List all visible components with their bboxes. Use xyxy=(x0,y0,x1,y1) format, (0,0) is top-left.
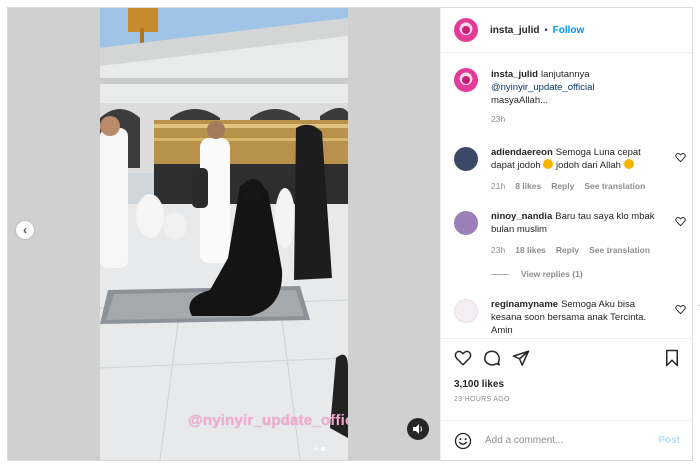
comment-body: adiendaereon Semoga Luna cepat dapat jodo… xyxy=(491,146,666,193)
comment-text-2: jodoh dari Allah xyxy=(555,160,621,171)
post-comment-button[interactable]: Post xyxy=(658,435,680,446)
post-timestamp: 23 HOURS AGO xyxy=(454,396,510,403)
comment-composer: Post xyxy=(441,420,693,460)
comment-username[interactable]: ninoy_nandia xyxy=(491,211,552,222)
caption-row: insta_julid lanjutannya @nyinyir_update_o… xyxy=(454,68,686,126)
comment-like-heart-icon[interactable] xyxy=(675,304,686,315)
comment-row: adiendaereon Semoga Luna cepat dapat jodo… xyxy=(454,146,686,193)
carousel-dot xyxy=(314,447,318,451)
comment-meta: 23h 18 likes Reply See translation xyxy=(491,244,666,257)
view-replies-button[interactable]: View replies (1) xyxy=(491,269,583,279)
comment-likes[interactable]: 18 likes xyxy=(515,244,546,257)
follow-button[interactable]: Follow xyxy=(553,25,585,36)
comment-avatar[interactable] xyxy=(454,147,478,171)
comment-likes[interactable]: 8 likes xyxy=(515,180,541,193)
post-sidebar: insta_julid • Follow insta_julid lanjutan… xyxy=(440,8,693,460)
comment-time: 23h xyxy=(491,245,506,255)
post-actions: 3,100 likes 23 HOURS AGO xyxy=(441,338,693,410)
post-header: insta_julid • Follow xyxy=(441,8,692,53)
comment-avatar[interactable] xyxy=(454,299,478,323)
heart-icon[interactable] xyxy=(454,349,472,367)
caption-username[interactable]: insta_julid xyxy=(491,69,538,80)
caption-body: insta_julid lanjutannya @nyinyir_update_o… xyxy=(491,68,666,126)
share-icon[interactable] xyxy=(512,349,530,367)
video-watermark: @nyinyir_update_official xyxy=(188,412,348,429)
comment-username[interactable]: reginamyname xyxy=(491,299,558,310)
comment-like-heart-icon[interactable] xyxy=(675,152,686,163)
comment-input[interactable] xyxy=(485,435,645,446)
emoji-icon xyxy=(543,159,554,169)
caption-time: 23h xyxy=(491,114,506,124)
emoji-icon xyxy=(623,159,634,169)
author-username[interactable]: insta_julid xyxy=(490,25,539,36)
post-video[interactable]: @nyinyir_update_official xyxy=(100,8,348,460)
comments-list[interactable]: insta_julid lanjutannya @nyinyir_update_o… xyxy=(441,54,693,334)
caption-text-2: masyaAllah... xyxy=(491,95,549,106)
carousel-dots xyxy=(314,447,325,451)
reply-button[interactable]: Reply xyxy=(556,244,579,257)
comment-like-heart-icon[interactable] xyxy=(675,216,686,227)
sound-toggle-button[interactable] xyxy=(407,418,429,440)
media-pane: @nyinyir_update_official ‹ xyxy=(8,8,440,460)
comment-row: ninoy_nandia Baru tau saya klo mbak bulan… xyxy=(454,210,686,257)
header-separator: • xyxy=(544,25,548,35)
caption-meta: 23h xyxy=(491,113,666,126)
comment-username[interactable]: adiendaereon xyxy=(491,147,553,158)
smiley-icon[interactable] xyxy=(454,432,472,450)
comment-body: ninoy_nandia Baru tau saya klo mbak bulan… xyxy=(491,210,666,257)
comment-row: reginamyname Semoga Aku bisa kesana soon … xyxy=(454,298,686,334)
comment-time: 21h xyxy=(491,181,506,191)
bookmark-icon[interactable] xyxy=(664,349,680,367)
see-translation-button[interactable]: See translation xyxy=(584,180,645,193)
reply-button[interactable]: Reply xyxy=(551,180,574,193)
caption-avatar[interactable] xyxy=(454,68,478,92)
action-icons xyxy=(454,349,530,367)
post-window: @nyinyir_update_official ‹ insta_julid •… xyxy=(7,7,700,461)
comment-avatar[interactable] xyxy=(454,211,478,235)
comment-body: reginamyname Semoga Aku bisa kesana soon … xyxy=(491,298,666,334)
previous-media-button[interactable]: ‹ xyxy=(16,221,34,239)
speaker-icon xyxy=(413,424,422,434)
comment-meta: 21h 8 likes Reply See translation xyxy=(491,180,666,193)
caption-mention-link[interactable]: @nyinyir_update_official xyxy=(491,82,594,93)
carousel-dot-active xyxy=(321,447,325,451)
author-avatar[interactable] xyxy=(454,18,478,42)
likes-count[interactable]: 3,100 likes xyxy=(454,379,504,390)
video-frame-illustration xyxy=(100,8,348,460)
caption-text: lanjutannya xyxy=(540,69,590,80)
comment-icon[interactable] xyxy=(483,349,501,367)
see-translation-button[interactable]: See translation xyxy=(589,244,650,257)
